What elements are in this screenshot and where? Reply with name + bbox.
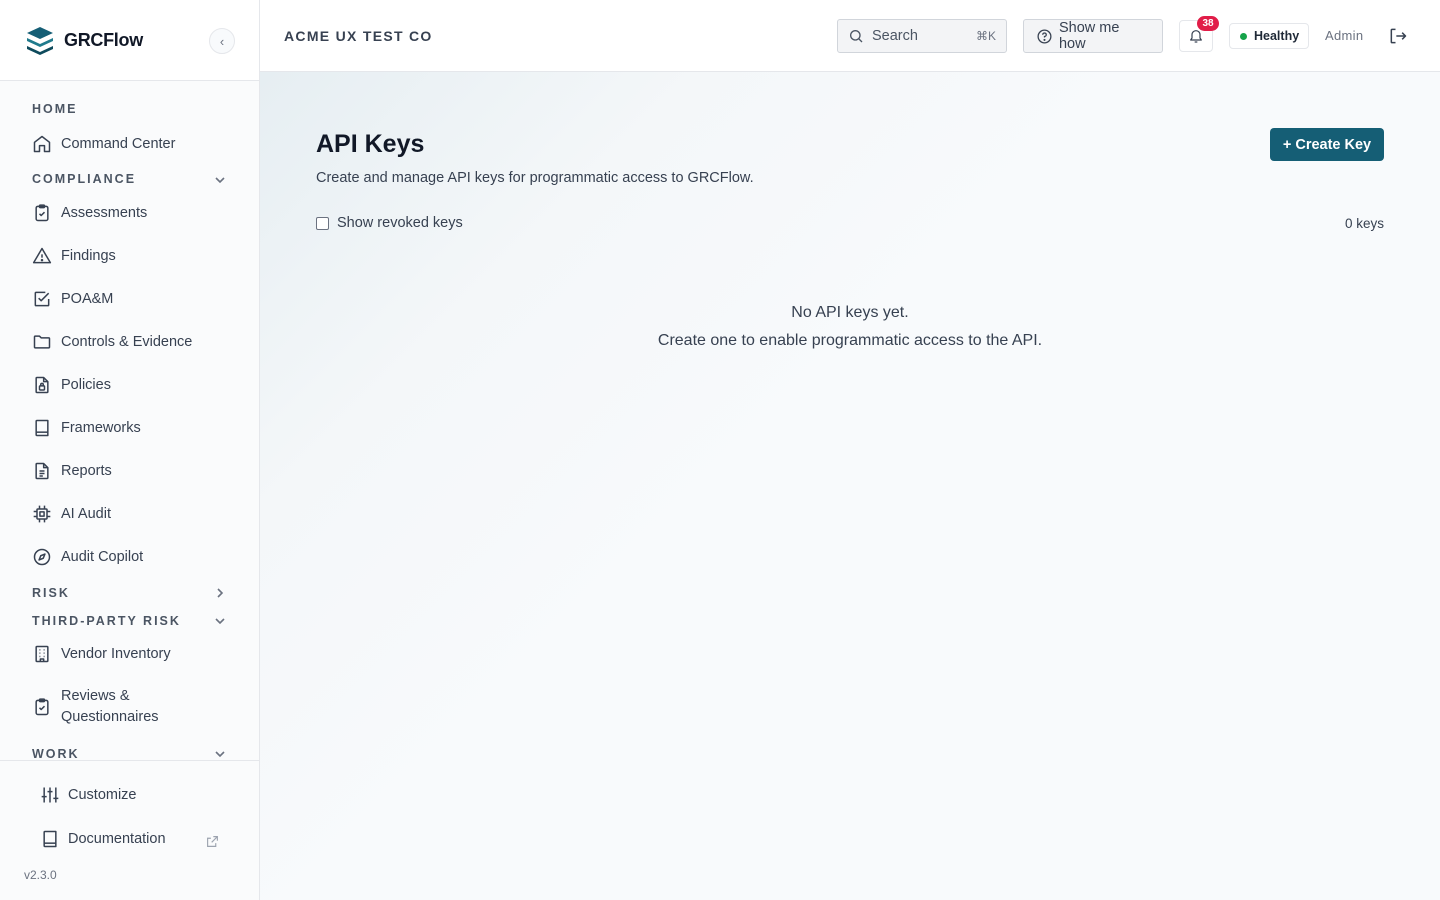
- top-bar: ACME UX TEST CO Search ⌘K Show me how 38…: [260, 0, 1440, 72]
- clipboard-check-icon: [35, 698, 49, 716]
- sliders-icon: [41, 787, 59, 803]
- search-input[interactable]: Search ⌘K: [837, 19, 1007, 53]
- sidebar-item-audit-copilot[interactable]: Audit Copilot: [32, 547, 232, 567]
- sidebar-nav: HOME Command Center COMPLIANCE Assessmen…: [0, 81, 259, 761]
- create-key-button[interactable]: + Create Key: [1270, 128, 1384, 161]
- section-work[interactable]: WORK: [32, 747, 80, 761]
- chevron-down-icon[interactable]: [212, 613, 228, 629]
- external-link-icon: [207, 836, 218, 847]
- page-title: API Keys: [316, 130, 425, 158]
- chevron-down-icon[interactable]: [212, 746, 228, 761]
- sidebar-item-policies[interactable]: Policies: [32, 375, 232, 395]
- customize-label: Customize: [68, 787, 137, 803]
- help-circle-icon: [1037, 28, 1052, 44]
- user-name[interactable]: Admin: [1325, 28, 1363, 43]
- building-icon: [35, 645, 49, 663]
- customize-button[interactable]: Customize: [40, 785, 137, 805]
- sidebar-item-assessments[interactable]: Assessments: [32, 203, 232, 223]
- section-risk[interactable]: RISK: [32, 586, 70, 600]
- search-icon: [850, 30, 863, 43]
- sidebar-item-label: Audit Copilot: [61, 549, 144, 565]
- grcflow-logo-icon: [27, 27, 53, 55]
- sidebar-item-label: Command Center: [61, 136, 176, 152]
- sidebar-item-reviews-questionnaires[interactable]: Reviews & Questionnaires: [32, 686, 232, 728]
- chevron-down-icon[interactable]: [212, 172, 228, 188]
- section-third-party-risk[interactable]: THIRD-PARTY RISK: [32, 614, 181, 628]
- book-icon: [35, 419, 49, 437]
- section-compliance[interactable]: COMPLIANCE: [32, 172, 136, 186]
- sidebar-item-label: Reviews & Questionnaires: [61, 686, 159, 728]
- documentation-link[interactable]: Documentation: [40, 829, 166, 849]
- show-revoked-checkbox[interactable]: [316, 216, 329, 230]
- chevron-right-icon[interactable]: [212, 585, 228, 601]
- brand-header: GRCFlow ‹: [0, 0, 259, 81]
- checkbox-icon: [34, 291, 50, 307]
- home-icon: [33, 135, 51, 153]
- section-home: HOME: [32, 102, 78, 116]
- chevron-left-icon: ‹: [219, 33, 225, 49]
- sidebar-item-controls-evidence[interactable]: Controls & Evidence: [32, 332, 232, 352]
- search-placeholder: Search: [872, 28, 918, 44]
- logout-icon[interactable]: [1388, 26, 1408, 46]
- sidebar-item-label: POA&M: [61, 291, 114, 307]
- sidebar-item-label: Reports: [61, 463, 112, 479]
- empty-state-message: Create one to enable programmatic access…: [657, 332, 1043, 349]
- system-health-status[interactable]: Healthy: [1229, 23, 1309, 49]
- health-label: Healthy: [1254, 29, 1300, 43]
- sidebar-item-findings[interactable]: Findings: [32, 246, 232, 266]
- sidebar-item-poam[interactable]: POA&M: [32, 289, 232, 309]
- cpu-chip-icon: [33, 505, 51, 523]
- sidebar-item-ai-audit[interactable]: AI Audit: [32, 504, 232, 524]
- warning-triangle-icon: [32, 247, 52, 264]
- label-line-1: Reviews &: [61, 688, 130, 704]
- show-me-how-label: Show me how: [1058, 20, 1120, 52]
- sidebar-item-command-center[interactable]: Command Center: [32, 134, 232, 154]
- show-revoked-toggle[interactable]: Show revoked keys: [316, 215, 463, 231]
- sidebar-item-vendor-inventory[interactable]: Vendor Inventory: [32, 644, 232, 664]
- sidebar-item-label: Vendor Inventory: [61, 646, 171, 662]
- app-version: v2.3.0: [24, 868, 57, 882]
- show-me-how-button[interactable]: Show me how: [1023, 19, 1163, 53]
- folder-icon: [33, 335, 51, 349]
- page-subtitle: Create and manage API keys for programma…: [316, 170, 754, 186]
- sidebar-item-label: Assessments: [61, 205, 148, 221]
- show-revoked-label: Show revoked keys: [337, 215, 463, 231]
- empty-state-title: No API keys yet.: [791, 304, 909, 321]
- clipboard-check-icon: [35, 204, 49, 222]
- label-line-2: Questionnaires: [61, 709, 159, 725]
- collapse-sidebar-button[interactable]: ‹: [209, 28, 235, 54]
- sidebar-item-reports[interactable]: Reports: [32, 461, 232, 481]
- sidebar-footer: Customize Documentation v2.3.0: [0, 760, 259, 900]
- file-text-icon: [35, 462, 49, 480]
- file-lock-icon: [35, 376, 49, 394]
- sidebar-item-label: Policies: [61, 377, 111, 393]
- sidebar-item-label: Frameworks: [61, 420, 141, 436]
- documentation-label: Documentation: [68, 831, 166, 847]
- key-count: 0 keys: [1344, 216, 1384, 231]
- status-dot: [1240, 32, 1247, 40]
- sidebar-item-label: Findings: [61, 248, 116, 264]
- compass-icon: [33, 548, 51, 566]
- sidebar-item-frameworks[interactable]: Frameworks: [32, 418, 232, 438]
- brand-name: GRCFlow: [64, 30, 143, 50]
- search-shortcut: ⌘K: [975, 29, 996, 43]
- sidebar-item-label: AI Audit: [61, 506, 111, 522]
- sidebar: GRCFlow ‹ HOME Command Center COMPLIANCE…: [0, 0, 260, 900]
- sidebar-item-label: Controls & Evidence: [61, 334, 193, 350]
- notification-count-badge: 38: [1197, 16, 1219, 31]
- main-content: API Keys Create and manage API keys for …: [260, 72, 1440, 900]
- book-icon: [43, 830, 57, 848]
- organization-name: ACME UX TEST CO: [284, 28, 433, 44]
